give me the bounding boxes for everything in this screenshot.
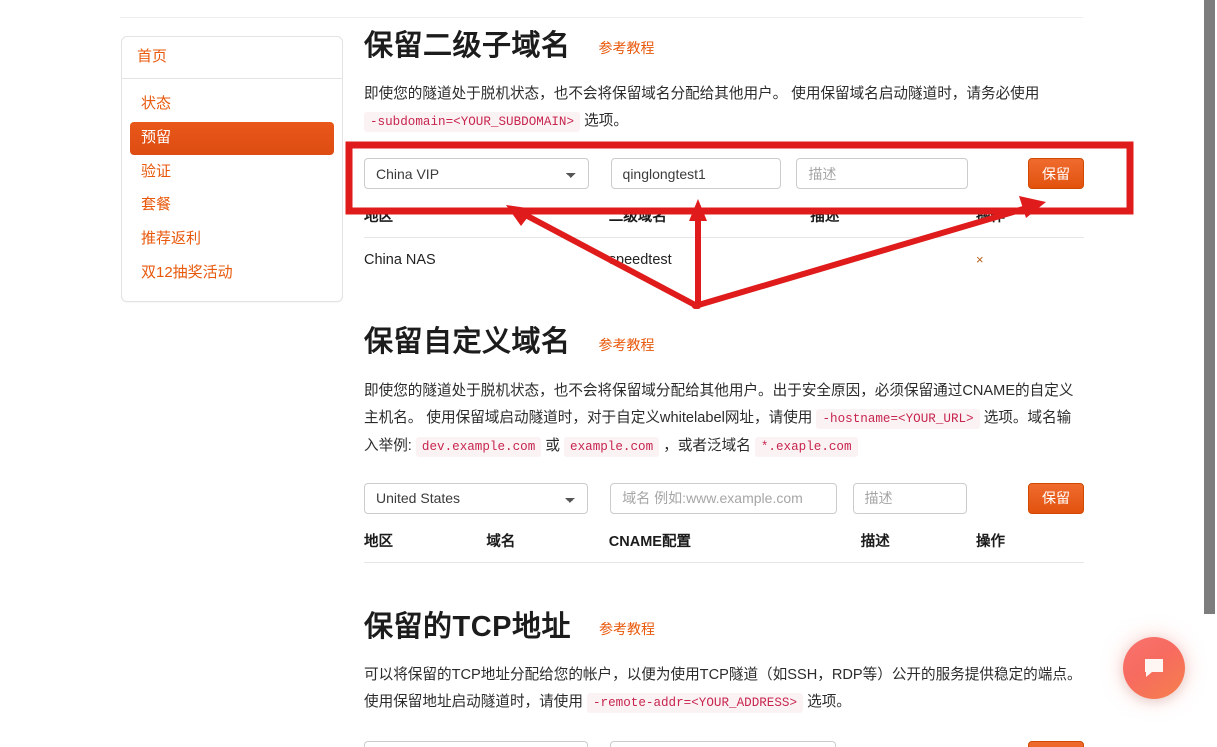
code-snippet-dev-example: dev.example.com	[415, 436, 542, 457]
sidebar-item-home[interactable]: 首页	[122, 37, 342, 79]
sidebar-item-verify[interactable]: 验证	[130, 156, 334, 189]
column-header-action: 操作	[975, 199, 1084, 239]
section-title-row: 保留的TCP地址 参考教程	[364, 611, 1084, 644]
table-row: China NAS speedtest ×	[364, 238, 1084, 283]
sidebar-nav: 首页 状态 预留 验证 套餐 推荐返利 双12抽奖活动	[121, 36, 343, 302]
sidebar-item-referral[interactable]: 推荐返利	[130, 223, 334, 256]
description-input[interactable]	[852, 482, 967, 514]
tcp-description-input[interactable]	[609, 741, 836, 747]
scrollbar-thumb[interactable]	[1204, 0, 1215, 614]
reserve-custom-domain-form: United StatesChina VIPChina NAS 保留	[364, 482, 1084, 514]
reserve-subdomain-form: China VIPChina NASUnited States 保留	[364, 158, 1084, 190]
column-header-description: 描述	[860, 523, 976, 563]
section-reserved-tcp-address: 保留的TCP地址 参考教程 可以将保留的TCP地址分配给您的帐户，以便为使用TC…	[364, 611, 1085, 747]
section-reserved-subdomain: 保留二级子域名 参考教程 即使您的隧道处于脱机状态，也不会将保留域名分配给其他用…	[364, 30, 1084, 282]
cell-subdomain: speedtest	[608, 252, 672, 269]
section-description: 可以将保留的TCP地址分配给您的帐户，以便为使用TCP隧道（如SSH，RDP等）…	[364, 662, 1084, 717]
column-header-subdomain: 二级域名	[608, 199, 811, 239]
subdomain-input[interactable]	[610, 158, 781, 190]
region-select[interactable]: United StatesChina VIPChina NAS	[364, 482, 589, 514]
chat-widget-button[interactable]	[1123, 637, 1185, 699]
sidebar-item-reserved[interactable]: 预留	[130, 121, 334, 155]
code-snippet-example: example.com	[564, 436, 660, 457]
column-header-domain: 域名	[486, 523, 609, 563]
description-text-4: ，或者泛域名	[663, 437, 751, 454]
sidebar-item-label: 验证	[141, 162, 172, 180]
chat-bubble-icon	[1145, 659, 1163, 677]
column-header-region: 地区	[364, 199, 609, 239]
section-title-row: 保留二级子域名 参考教程	[364, 30, 1084, 63]
section-description: 即使您的隧道处于脱机状态，也不会将保留域分配给其他用户。出于安全原因，必须保留通…	[364, 378, 1084, 461]
delete-icon[interactable]: ×	[976, 252, 984, 267]
code-snippet-subdomain: -subdomain=<YOUR_SUBDOMAIN>	[364, 112, 581, 133]
save-button[interactable]: 保留	[1028, 482, 1084, 514]
column-header-region: 地区	[364, 523, 487, 563]
description-text-tail: 选项。	[584, 113, 628, 130]
sidebar-item-label: 套餐	[141, 196, 172, 214]
description-text: 即使您的隧道处于脱机状态，也不会将保留域名分配给其他用户。 使用保留域名启动隧道…	[364, 86, 1040, 103]
sidebar-item-list: 状态 预留 验证 套餐 推荐返利 双12抽奖活动	[122, 79, 342, 301]
section-description: 即使您的隧道处于脱机状态，也不会将保留域名分配给其他用户。 使用保留域名启动隧道…	[364, 81, 1084, 136]
page-title: 保留二级子域名	[364, 30, 571, 62]
description-input[interactable]	[796, 158, 969, 190]
code-snippet-hostname: -hostname=<YOUR_URL>	[816, 408, 980, 429]
sidebar-item-label: 双12抽奖活动	[141, 263, 233, 281]
column-header-action: 操作	[975, 523, 1084, 563]
cell-action: ×	[976, 238, 1084, 283]
column-header-cname: CNAME配置	[608, 523, 861, 563]
region-select[interactable]: China VIPChina NASUnited States	[364, 158, 589, 190]
sidebar-item-label: 状态	[141, 95, 172, 112]
region-select[interactable]: United StatesChina VIPChina NAS	[364, 741, 589, 747]
save-button[interactable]: 保留	[1028, 158, 1084, 190]
reserved-custom-domain-table: 地区 域名 CNAME配置 描述 操作	[364, 523, 1084, 563]
sidebar-item-label: 预留	[141, 128, 172, 146]
code-snippet-remote-addr: -remote-addr=<YOUR_ADDRESS>	[586, 693, 804, 714]
sidebar-item-lottery[interactable]: 双12抽奖活动	[130, 257, 334, 290]
section-title: 保留自定义域名	[364, 326, 571, 359]
reserved-subdomain-table: 地区 二级域名 描述 操作 China NAS speedtest ×	[364, 199, 1084, 282]
reference-tutorial-link[interactable]: 参考教程	[599, 619, 655, 639]
section-title-row: 保留自定义域名 参考教程	[364, 326, 1084, 359]
save-button[interactable]: 保留	[1028, 741, 1085, 747]
code-snippet-wildcard: *.exaple.com	[754, 436, 858, 457]
domain-input[interactable]	[610, 482, 837, 514]
main-content: 保留二级子域名 参考教程 即使您的隧道处于脱机状态，也不会将保留域名分配给其他用…	[364, 30, 1085, 747]
sidebar-item-status[interactable]: 状态	[130, 88, 334, 121]
cell-description	[810, 238, 976, 283]
table-header-row: 地区 域名 CNAME配置 描述 操作	[364, 523, 1084, 563]
top-divider	[120, 17, 1083, 18]
reference-tutorial-link[interactable]: 参考教程	[599, 38, 655, 58]
column-header-description: 描述	[810, 199, 976, 239]
section-reserved-custom-domain: 保留自定义域名 参考教程 即使您的隧道处于脱机状态，也不会将保留域分配给其他用户…	[364, 326, 1084, 563]
reference-tutorial-link[interactable]: 参考教程	[599, 335, 655, 355]
section-title: 保留的TCP地址	[364, 610, 572, 643]
sidebar-home-label: 首页	[137, 48, 168, 65]
page-root: 首页 状态 预留 验证 套餐 推荐返利 双12抽奖活动 保留二级子域名 参考教程…	[0, 0, 1217, 747]
sidebar-item-label: 推荐返利	[141, 230, 202, 247]
reserve-tcp-form: United StatesChina VIPChina NAS 保留	[364, 741, 1085, 747]
table-header-row: 地区 二级域名 描述 操作	[364, 199, 1084, 239]
description-text-tail: 选项。	[807, 694, 851, 711]
vertical-scrollbar[interactable]	[1202, 0, 1217, 747]
cell-region: China NAS	[364, 252, 436, 269]
description-text-3: 或	[545, 437, 560, 454]
sidebar-item-plan[interactable]: 套餐	[130, 189, 334, 222]
